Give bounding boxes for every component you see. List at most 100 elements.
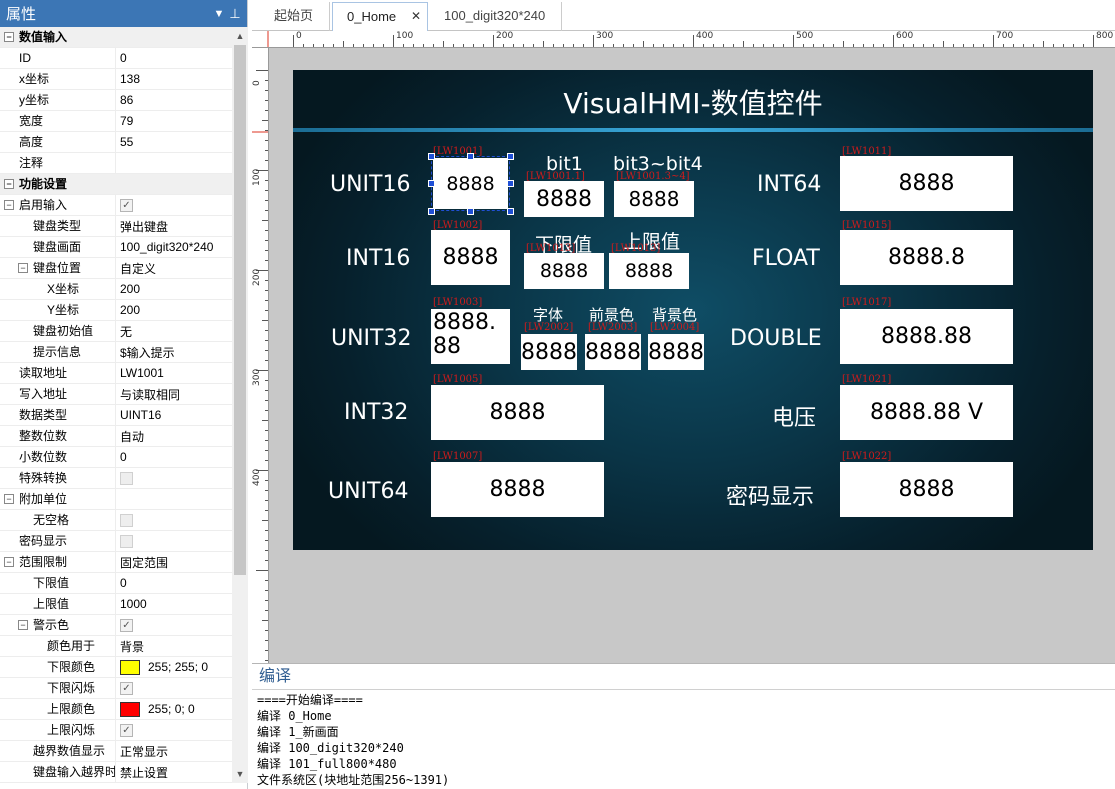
close-icon[interactable]: ✕ xyxy=(411,3,421,30)
checkbox[interactable] xyxy=(120,513,133,527)
property-value-cell[interactable]: 正常显示 xyxy=(116,741,232,762)
resize-handle[interactable] xyxy=(428,153,435,160)
property-row[interactable]: 特殊转换 xyxy=(0,467,232,489)
scrollbar-thumb[interactable] xyxy=(234,45,246,575)
property-value-cell[interactable] xyxy=(116,153,232,174)
property-value-cell[interactable]: ✓ xyxy=(116,195,232,216)
scroll-down-icon[interactable]: ▼ xyxy=(232,765,248,783)
property-row[interactable]: 键盘初始值 无 xyxy=(0,320,232,342)
property-row[interactable]: ID 0 xyxy=(0,47,232,69)
property-value-cell[interactable]: 0 xyxy=(116,447,232,468)
resize-handle[interactable] xyxy=(507,153,514,160)
collapse-toggle-icon[interactable]: − xyxy=(18,262,28,273)
numeric-input-upper-limit[interactable]: 8888 xyxy=(609,253,689,289)
property-row[interactable]: 密码显示 xyxy=(0,530,232,552)
checked-checkbox[interactable]: ✓ xyxy=(120,618,133,632)
collapse-toggle-icon[interactable]: − xyxy=(4,178,14,189)
property-grid-scrollbar[interactable]: ▲ ▼ xyxy=(232,27,248,783)
property-row[interactable]: 注释 xyxy=(0,152,232,174)
property-row[interactable]: 键盘类型 弹出键盘 xyxy=(0,215,232,237)
property-row[interactable]: 上限闪烁 ✓ xyxy=(0,719,232,741)
property-value-cell[interactable]: ✓ xyxy=(116,678,232,699)
numeric-input-lower-limit[interactable]: 8888 xyxy=(524,253,604,289)
numeric-input-int16[interactable]: 8888 xyxy=(431,230,510,285)
property-row[interactable]: y坐标 86 xyxy=(0,89,232,111)
property-row[interactable]: 下限颜色 255; 255; 0 xyxy=(0,656,232,678)
property-row[interactable]: 键盘输入越界时 禁止设置 xyxy=(0,761,232,783)
property-row[interactable]: − 键盘位置 自定义 xyxy=(0,257,232,279)
collapse-toggle-icon[interactable]: − xyxy=(4,556,14,567)
property-value-cell[interactable]: 79 xyxy=(116,111,232,132)
property-value-cell[interactable]: UINT16 xyxy=(116,405,232,426)
numeric-input-password[interactable]: 8888 xyxy=(840,462,1013,517)
tab-100-digit[interactable]: 100_digit320*240 xyxy=(434,2,562,31)
numeric-input-voltage[interactable]: 8888.88 V xyxy=(840,385,1013,440)
numeric-input-int32[interactable]: 8888 xyxy=(431,385,604,440)
property-row[interactable]: − 范围限制 固定范围 xyxy=(0,551,232,573)
property-row[interactable]: 下限值 0 xyxy=(0,572,232,594)
collapse-toggle-icon[interactable]: − xyxy=(4,31,14,42)
property-category[interactable]: − 数值输入 xyxy=(0,27,232,48)
numeric-input-bit1[interactable]: 8888 xyxy=(524,181,604,217)
property-value-cell[interactable]: 255; 255; 0 xyxy=(116,657,232,678)
property-value-cell[interactable]: 与读取相同 xyxy=(116,384,232,405)
property-value-cell[interactable]: 1000 xyxy=(116,594,232,615)
collapse-toggle-icon[interactable]: − xyxy=(4,199,14,210)
checked-checkbox[interactable]: ✓ xyxy=(120,681,133,695)
tab-start-page[interactable]: 起始页 xyxy=(264,2,330,31)
color-swatch[interactable] xyxy=(120,701,140,717)
resize-handle[interactable] xyxy=(467,153,474,160)
property-value-cell[interactable]: 自定义 xyxy=(116,258,232,279)
property-row[interactable]: 读取地址 LW1001 xyxy=(0,362,232,384)
checkbox[interactable] xyxy=(120,471,133,485)
hmi-screen[interactable]: VisualHMI-数值控件 UNIT16 INT16 UNIT32 INT32… xyxy=(293,70,1093,550)
color-swatch[interactable] xyxy=(120,659,140,675)
property-value-cell[interactable]: 自动 xyxy=(116,426,232,447)
property-value-cell[interactable]: 固定范围 xyxy=(116,552,232,573)
numeric-input-font[interactable]: 8888 xyxy=(521,334,577,370)
numeric-input-double[interactable]: 8888.88 xyxy=(840,309,1013,364)
property-row[interactable]: 上限颜色 255; 0; 0 xyxy=(0,698,232,720)
dropdown-arrow-icon[interactable]: ▼ xyxy=(211,8,227,20)
property-value-cell[interactable] xyxy=(116,510,232,531)
numeric-input-background-color[interactable]: 8888 xyxy=(648,334,704,370)
property-row[interactable]: − 警示色 ✓ xyxy=(0,614,232,636)
property-value-cell[interactable]: 0 xyxy=(116,573,232,594)
property-row[interactable]: − 附加单位 xyxy=(0,488,232,510)
property-value-cell[interactable]: 200 xyxy=(116,300,232,321)
property-row[interactable]: 写入地址 与读取相同 xyxy=(0,383,232,405)
property-category[interactable]: − 功能设置 xyxy=(0,174,232,195)
numeric-input-bit3-4[interactable]: 8888 xyxy=(614,181,694,217)
pin-icon[interactable]: ⊥ xyxy=(227,6,243,22)
tab-0-home[interactable]: 0_Home ✕ xyxy=(332,2,428,31)
property-value-cell[interactable]: LW1001 xyxy=(116,363,232,384)
property-row[interactable]: 提示信息 $输入提示 xyxy=(0,341,232,363)
resize-handle[interactable] xyxy=(507,180,514,187)
property-row[interactable]: 无空格 xyxy=(0,509,232,531)
checkbox[interactable] xyxy=(120,534,133,548)
property-value-cell[interactable]: 55 xyxy=(116,132,232,153)
property-row[interactable]: 越界数值显示 正常显示 xyxy=(0,740,232,762)
numeric-input-foreground-color[interactable]: 8888 xyxy=(585,334,641,370)
property-row[interactable]: 宽度 79 xyxy=(0,110,232,132)
selection-rectangle[interactable] xyxy=(431,156,510,211)
property-value-cell[interactable] xyxy=(116,468,232,489)
property-value-cell[interactable]: 0 xyxy=(116,48,232,69)
numeric-input-int64[interactable]: 8888 xyxy=(840,156,1013,211)
collapse-toggle-icon[interactable]: − xyxy=(18,619,28,630)
resize-handle[interactable] xyxy=(428,180,435,187)
property-value-cell[interactable]: 200 xyxy=(116,279,232,300)
property-row[interactable]: 下限闪烁 ✓ xyxy=(0,677,232,699)
property-row[interactable]: 上限值 1000 xyxy=(0,593,232,615)
property-value-cell[interactable]: 背景 xyxy=(116,636,232,657)
numeric-input-float[interactable]: 8888.8 xyxy=(840,230,1013,285)
property-row[interactable]: 颜色用于 背景 xyxy=(0,635,232,657)
property-row[interactable]: x坐标 138 xyxy=(0,68,232,90)
property-row[interactable]: Y坐标 200 xyxy=(0,299,232,321)
property-value-cell[interactable] xyxy=(116,531,232,552)
numeric-input-unit64[interactable]: 8888 xyxy=(431,462,604,517)
collapse-toggle-icon[interactable]: − xyxy=(4,493,14,504)
property-value-cell[interactable] xyxy=(116,489,232,510)
resize-handle[interactable] xyxy=(467,208,474,215)
scroll-up-icon[interactable]: ▲ xyxy=(232,27,248,45)
